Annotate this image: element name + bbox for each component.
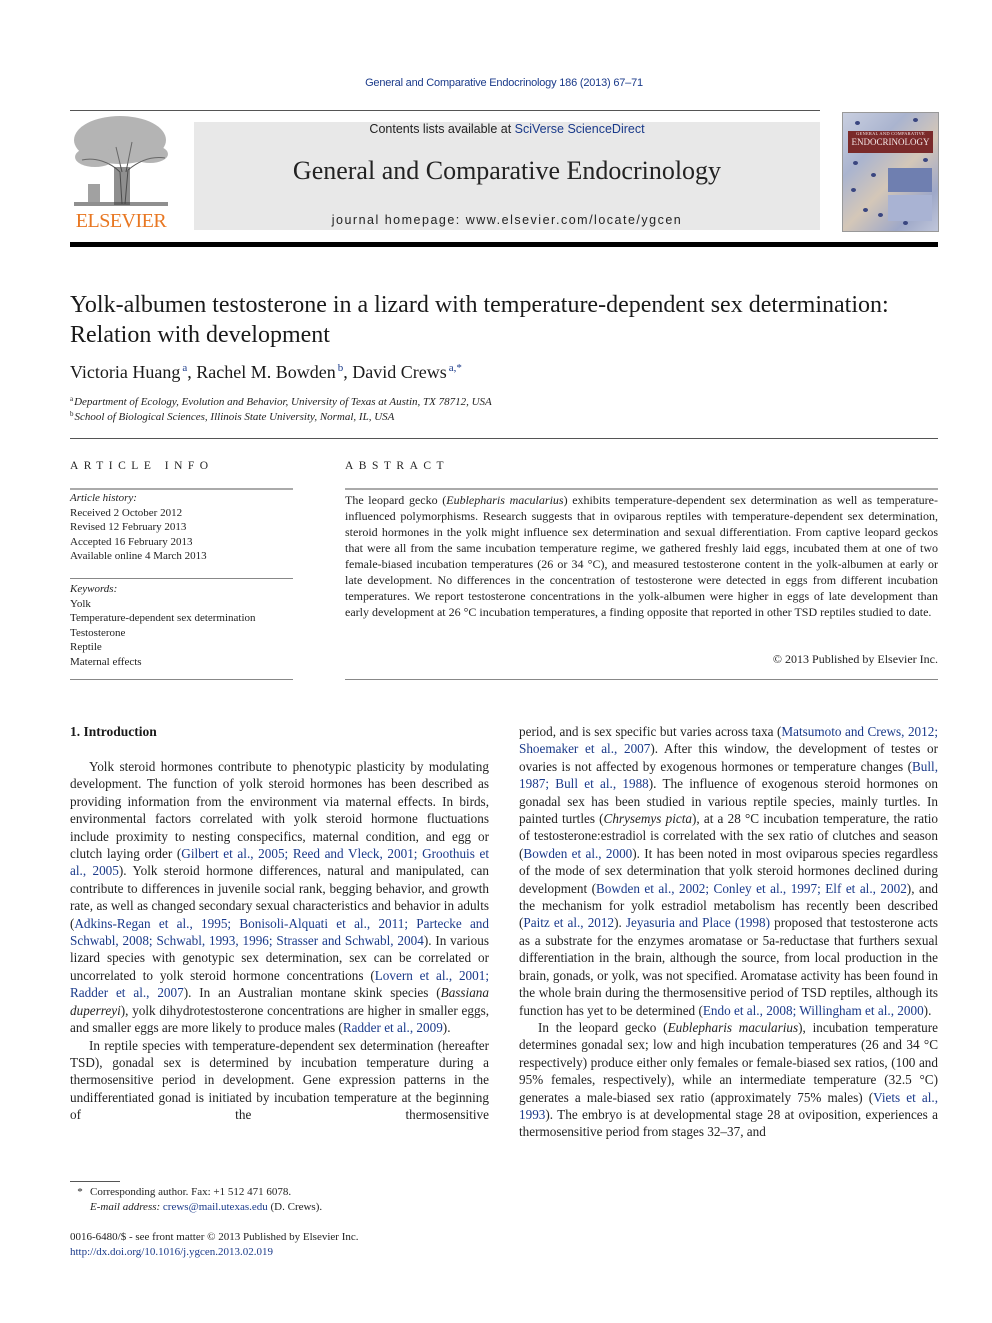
citation-link[interactable]: Viets et al., 1993: [519, 1090, 938, 1122]
citation-link[interactable]: Radder et al., 2009: [343, 1020, 443, 1035]
citation-link[interactable]: Paitz et al., 2012: [523, 915, 614, 930]
keyword: Reptile: [70, 641, 102, 653]
corresponding-author-text: Corresponding author. Fax: +1 512 471 60…: [90, 1186, 292, 1198]
front-matter: 0016-6480/$ - see front matter © 2013 Pu…: [70, 1230, 359, 1260]
species-name: Eublepharis macularius: [446, 493, 564, 507]
divider: [70, 679, 293, 680]
journal-cover-image[interactable]: GENERAL AND COMPARATIVE ENDOCRINOLOGY: [842, 112, 939, 232]
affiliation-marker[interactable]: a,*: [449, 362, 462, 374]
keywords: Keywords: Yolk Temperature-dependent sex…: [70, 582, 293, 669]
author-list: Victoria Huang a, Rachel M. Bowden b, Davi…: [70, 362, 462, 382]
cover-figure: [888, 195, 932, 221]
keywords-label: Keywords:: [70, 583, 118, 595]
affiliation-text: Department of Ecology, Evolution and Beh…: [74, 396, 492, 408]
footnote-divider: [70, 1181, 120, 1182]
author-name: Victoria Huang: [70, 362, 181, 382]
article-title: Yolk-albumen testosterone in a lizard wi…: [70, 292, 889, 348]
cover-title: GENERAL AND COMPARATIVE ENDOCRINOLOGY: [848, 131, 933, 153]
author-name: Rachel M. Bowden: [196, 362, 336, 382]
keyword: Yolk: [70, 597, 91, 610]
keyword: Temperature-dependent sex determination: [70, 612, 256, 624]
affiliation-text: School of Biological Sciences, Illinois …: [74, 411, 395, 423]
paragraph: Yolk steroid hormones contribute to phen…: [70, 759, 489, 1036]
divider: [70, 488, 293, 490]
divider: [70, 110, 820, 111]
history-item: Received 2 October 2012: [70, 506, 183, 519]
species-name: Eublepharis macularius: [667, 1019, 799, 1035]
email-label: E-mail address:: [90, 1201, 163, 1213]
divider: [345, 679, 938, 680]
abstract-text-part: ) exhibits temperature-dependent sex det…: [345, 493, 938, 619]
email-suffix: (D. Crews).: [267, 1201, 323, 1213]
divider: [345, 488, 938, 490]
elsevier-wordmark: ELSEVIER: [75, 210, 167, 232]
journal-homepage-link[interactable]: journal homepage: www.elsevier.com/locat…: [194, 213, 820, 227]
paragraph-continued: period, and is sex specific but varies a…: [519, 724, 939, 1018]
article-history-label: Article history:: [70, 492, 137, 504]
journal-citation-link[interactable]: General and Comparative Endocrinology 18…: [0, 77, 992, 89]
affiliation: aDepartment of Ecology, Evolution and Be…: [70, 395, 492, 408]
citation-link[interactable]: Matsumoto and Crews, 2012; Shoemaker et …: [519, 724, 938, 756]
citation-link[interactable]: Jeyasuria and Place (1998): [626, 915, 770, 930]
abstract-copyright: © 2013 Published by Elsevier Inc.: [772, 652, 938, 666]
cover-figure: [888, 168, 932, 192]
contents-available: Contents lists available at SciVerse Sci…: [194, 122, 820, 136]
footnote-marker: *: [77, 1186, 83, 1198]
cover-title-main: ENDOCRINOLOGY: [851, 137, 930, 147]
journal-title: General and Comparative Endocrinology: [292, 156, 722, 185]
doi-link[interactable]: http://dx.doi.org/10.1016/j.ygcen.2013.0…: [70, 1246, 273, 1258]
elsevier-tree-icon: [74, 116, 168, 206]
divider: [70, 438, 938, 439]
paragraph: In reptile species with temperature-depe…: [70, 1037, 489, 1123]
journal-banner: Contents lists available at SciVerse Sci…: [194, 122, 820, 230]
article-history: Article history: Received 2 October 2012…: [70, 491, 293, 564]
abstract-text-part: The leopard gecko (: [345, 493, 447, 507]
elsevier-logo[interactable]: ELSEVIER: [70, 112, 172, 232]
affiliation-label: a: [70, 395, 74, 403]
species-name: Chrysemys picta: [603, 811, 692, 827]
history-item: Accepted 16 February 2013: [70, 535, 193, 548]
affiliation-label: b: [70, 410, 74, 418]
body-column-left: Yolk steroid hormones contribute to phen…: [70, 758, 489, 1124]
corresponding-author-footnote: * Corresponding author. Fax: +1 512 471 6…: [70, 1185, 322, 1215]
issn-line: 0016-6480/$ - see front matter © 2013 Pu…: [70, 1231, 359, 1243]
body-column-right: period, and is sex specific but varies a…: [519, 723, 938, 1141]
affiliation: bSchool of Biological Sciences, Illinois…: [70, 410, 394, 423]
citation-link[interactable]: Endo et al., 2008; Willingham et al., 20…: [703, 1003, 924, 1018]
author-name: David Crews: [352, 362, 447, 382]
email-link[interactable]: crews@mail.utexas.edu: [163, 1201, 268, 1213]
article-info-heading: ARTICLE INFO: [70, 460, 214, 472]
masthead-divider: [70, 242, 938, 247]
contents-prefix: Contents lists available at: [369, 122, 515, 136]
keyword: Maternal effects: [70, 655, 142, 668]
citation-link[interactable]: Adkins-Regan et al., 1995; Bonisoli-Alqu…: [70, 916, 489, 948]
section-heading-introduction: 1. Introduction: [70, 724, 157, 739]
citation-link[interactable]: Lovern et al., 2001; Radder et al., 2007: [70, 968, 489, 1000]
citation-link[interactable]: Bowden et al., 2000: [523, 846, 632, 861]
abstract-text: The leopard gecko (Eublepharis maculariu…: [345, 492, 938, 620]
affiliation-marker[interactable]: a: [182, 362, 187, 374]
keyword: Testosterone: [70, 626, 126, 639]
divider: [70, 578, 293, 579]
sciencedirect-link[interactable]: SciVerse ScienceDirect: [515, 122, 645, 136]
paragraph: In the leopard gecko (Eublepharis macula…: [519, 1019, 938, 1140]
citation-link[interactable]: Bull, 1987; Bull et al., 1988: [519, 759, 938, 791]
citation-link[interactable]: Bowden et al., 2002; Conley et al., 1997…: [596, 881, 907, 896]
abstract-heading: ABSTRACT: [345, 460, 450, 472]
history-item: Revised 12 February 2013: [70, 521, 187, 533]
citation-link[interactable]: Gilbert et al., 2005; Reed and Vleck, 20…: [70, 846, 489, 878]
history-item: Available online 4 March 2013: [70, 550, 207, 562]
affiliation-marker[interactable]: b: [338, 362, 344, 374]
